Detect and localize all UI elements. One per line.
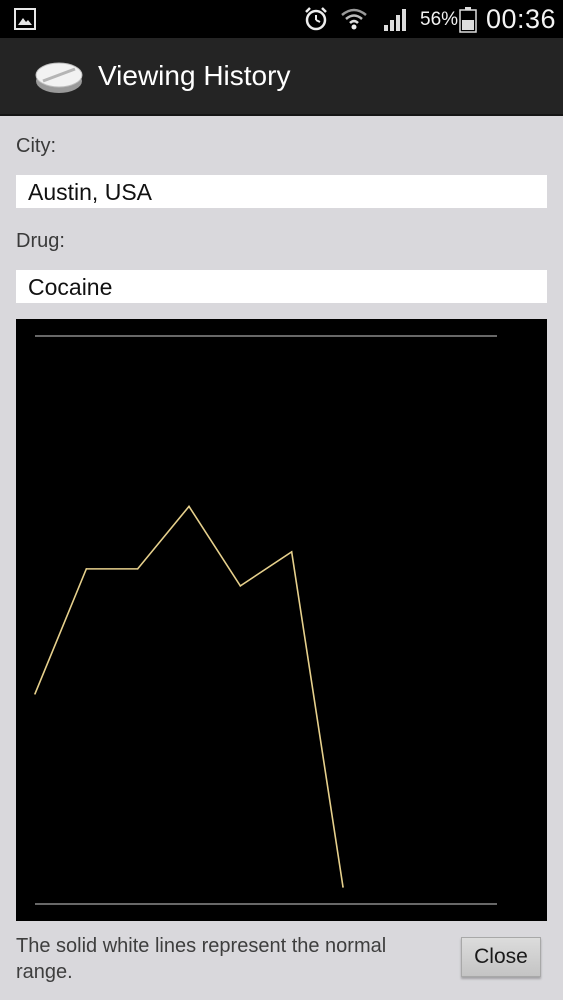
- close-button[interactable]: Close: [461, 937, 541, 977]
- data-point: [290, 551, 293, 553]
- data-point: [85, 568, 88, 570]
- signal-icon: [384, 9, 406, 31]
- battery-icon: [459, 7, 477, 33]
- wifi-icon: [341, 8, 367, 30]
- data-point: [188, 505, 190, 508]
- history-chart: [16, 319, 547, 921]
- drug-label: Drug:: [16, 230, 65, 252]
- drug-field[interactable]: Cocaine: [16, 270, 547, 303]
- pill-icon[interactable]: [33, 55, 85, 97]
- normal-range-note: The solid white lines represent the norm…: [16, 935, 387, 983]
- city-field[interactable]: Austin, USA: [16, 175, 547, 208]
- history-series-line: [34, 505, 344, 888]
- battery-percent: 56%: [420, 9, 459, 30]
- data-point: [342, 886, 344, 888]
- data-point: [34, 693, 36, 695]
- page-title: Viewing History: [98, 60, 291, 91]
- alarm-icon: [305, 7, 327, 31]
- history-chart-svg: [34, 335, 497, 905]
- city-label: City:: [16, 135, 56, 157]
- data-point: [239, 585, 242, 587]
- data-point: [136, 568, 139, 570]
- gallery-icon: [14, 8, 36, 30]
- status-bar: 56% 00:36: [0, 0, 563, 38]
- clock: 00:36: [486, 4, 557, 34]
- action-bar: Viewing History: [0, 38, 563, 116]
